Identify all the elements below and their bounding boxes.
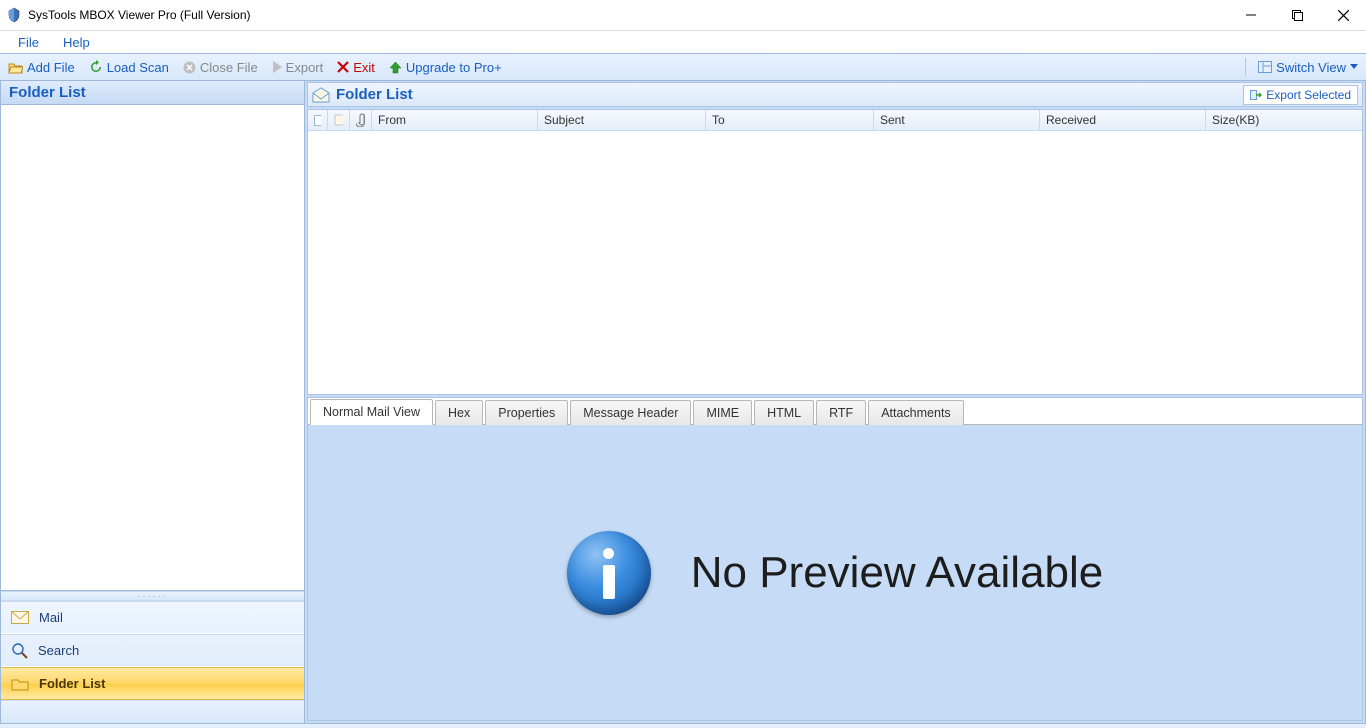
tab-hex[interactable]: Hex <box>435 400 483 425</box>
menubar: File Help <box>0 31 1366 53</box>
column-checkbox[interactable] <box>308 110 328 130</box>
message-grid[interactable]: From Subject To Sent Received Size(KB) <box>307 109 1363 395</box>
switch-view-button[interactable]: Switch View <box>1256 60 1360 75</box>
window-title: SysTools MBOX Viewer Pro (Full Version) <box>28 8 251 22</box>
tab-properties[interactable]: Properties <box>485 400 568 425</box>
toolbar-separator <box>1245 58 1246 76</box>
folder-tree[interactable] <box>1 105 304 591</box>
column-to[interactable]: To <box>706 110 874 130</box>
left-footer <box>1 700 304 723</box>
export-selected-button[interactable]: Export Selected <box>1243 85 1358 105</box>
close-circle-icon <box>183 61 196 74</box>
envelope-icon <box>11 611 29 625</box>
tab-rtf[interactable]: RTF <box>816 400 866 425</box>
no-preview-label: No Preview Available <box>691 548 1104 598</box>
folder-open-icon <box>8 61 23 74</box>
preview-area: No Preview Available <box>308 425 1362 720</box>
tab-attachments[interactable]: Attachments <box>868 400 963 425</box>
upgrade-button[interactable]: Upgrade to Pro+ <box>387 60 504 75</box>
x-icon <box>337 61 349 73</box>
chevron-down-icon <box>1350 64 1358 70</box>
column-subject[interactable]: Subject <box>538 110 706 130</box>
right-header-title: Folder List <box>336 86 413 103</box>
titlebar: SysTools MBOX Viewer Pro (Full Version) <box>0 0 1366 31</box>
tab-mime[interactable]: MIME <box>693 400 752 425</box>
menu-help[interactable]: Help <box>63 35 90 50</box>
folder-icon <box>11 677 29 691</box>
toolbar: Add File Load Scan Close File Export Exi… <box>0 53 1366 81</box>
nav-search[interactable]: Search <box>1 634 304 667</box>
column-attachment[interactable] <box>350 110 372 130</box>
export-arrow-icon <box>1250 90 1262 100</box>
refresh-icon <box>89 60 103 74</box>
preview-tabs: Normal Mail View Hex Properties Message … <box>308 398 1362 425</box>
maximize-button[interactable] <box>1274 0 1320 30</box>
close-button[interactable] <box>1320 0 1366 30</box>
nav-list: Mail Search Folder List <box>1 601 304 700</box>
nav-mail[interactable]: Mail <box>1 601 304 634</box>
tab-html[interactable]: HTML <box>754 400 814 425</box>
column-from[interactable]: From <box>372 110 538 130</box>
arrow-up-icon <box>389 61 402 74</box>
minimize-button[interactable] <box>1228 0 1274 30</box>
tab-normal-mail-view[interactable]: Normal Mail View <box>310 399 433 425</box>
close-file-button[interactable]: Close File <box>181 60 260 75</box>
grid-header: From Subject To Sent Received Size(KB) <box>308 110 1362 131</box>
layout-icon <box>1258 61 1272 73</box>
load-scan-button[interactable]: Load Scan <box>87 60 171 75</box>
tab-message-header[interactable]: Message Header <box>570 400 691 425</box>
magnifier-icon <box>11 642 28 659</box>
status-strip <box>0 723 1366 728</box>
menu-file[interactable]: File <box>18 35 39 50</box>
envelope-open-icon <box>312 87 330 103</box>
left-splitter[interactable]: ······ <box>1 591 304 601</box>
play-icon <box>272 61 282 73</box>
column-sent[interactable]: Sent <box>874 110 1040 130</box>
column-received[interactable]: Received <box>1040 110 1206 130</box>
left-pane: Folder List ······ Mail Search Fold <box>0 81 305 723</box>
folder-list-header: Folder List <box>1 81 304 105</box>
app-icon <box>6 7 22 23</box>
exit-button[interactable]: Exit <box>335 60 377 75</box>
right-pane: Folder List Export Selected <box>305 81 1366 723</box>
nav-folder-list[interactable]: Folder List <box>1 667 304 700</box>
add-file-button[interactable]: Add File <box>6 60 77 75</box>
info-icon <box>567 531 651 615</box>
right-header-bar: Folder List Export Selected <box>307 82 1363 107</box>
export-button[interactable]: Export <box>270 60 326 75</box>
column-icon[interactable] <box>328 110 350 130</box>
column-size[interactable]: Size(KB) <box>1206 110 1362 130</box>
